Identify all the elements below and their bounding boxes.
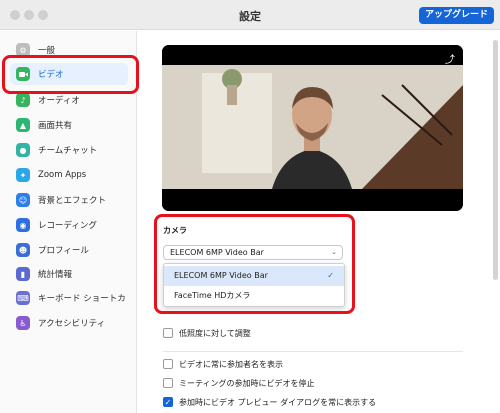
sidebar-item-video[interactable]: ビデオ xyxy=(10,63,128,85)
camera-preview-image xyxy=(162,45,463,211)
sidebar-item-statistics[interactable]: ▮ 統計情報 xyxy=(10,263,128,285)
apps-icon: ✦ xyxy=(16,168,30,182)
chevron-down-icon: ⌄ xyxy=(331,248,337,256)
sidebar-item-label: ビデオ xyxy=(38,70,64,80)
camera-select-value: ELECOM 6MP Video Bar xyxy=(170,248,264,257)
show-names-checkbox[interactable] xyxy=(163,359,173,369)
scrollbar[interactable] xyxy=(493,40,498,280)
sidebar-item-recording[interactable]: ◉ レコーディング xyxy=(10,214,128,236)
sidebar-item-label: レコーディング xyxy=(38,221,97,231)
camera-option-label: ELECOM 6MP Video Bar xyxy=(174,271,268,280)
checkmark-icon: ✓ xyxy=(327,271,334,280)
sidebar-item-label: 一般 xyxy=(38,46,56,56)
statistics-icon: ▮ xyxy=(16,267,30,281)
stop-video-label: ミーティングの参加時にビデオを停止 xyxy=(179,378,315,388)
sidebar-item-label: 背景とエフェクト xyxy=(38,196,107,206)
preview-dialog-option[interactable]: ✓ 参加時にビデオ プレビュー ダイアログを常に表示する xyxy=(163,395,376,409)
sidebar-item-accessibility[interactable]: ♿ アクセシビリティ xyxy=(10,312,128,334)
camera-option-elecom[interactable]: ELECOM 6MP Video Bar ✓ xyxy=(164,266,344,286)
profile-person-icon: ☻ xyxy=(16,243,30,257)
title-bar: 設定 アップグレード xyxy=(0,0,500,30)
sidebar-item-audio[interactable]: ♪ オーディオ xyxy=(10,89,128,111)
low-light-checkbox[interactable] xyxy=(163,328,173,338)
show-names-option[interactable]: ビデオに常に参加者名を表示 xyxy=(163,357,283,371)
sidebar-item-background-effects[interactable]: ☺ 背景とエフェクト xyxy=(10,189,128,211)
gear-icon: ⚙ xyxy=(16,43,30,57)
rotate-camera-icon[interactable]: ⤴ xyxy=(445,51,455,66)
camera-preview: ⤴ xyxy=(162,45,463,211)
upgrade-button[interactable]: アップグレード xyxy=(418,7,494,24)
sidebar-item-label: Zoom Apps xyxy=(38,170,87,180)
sidebar-item-label: オーディオ xyxy=(38,96,80,106)
share-screen-icon: ▲ xyxy=(16,118,30,132)
sidebar-item-share-screen[interactable]: ▲ 画面共有 xyxy=(10,114,128,136)
video-camera-icon xyxy=(16,67,30,81)
sidebar-item-label: 統計情報 xyxy=(38,270,73,280)
preview-dialog-checkbox[interactable]: ✓ xyxy=(163,397,173,407)
sidebar-item-label: 画面共有 xyxy=(38,121,73,131)
sidebar-item-zoom-apps[interactable]: ✦ Zoom Apps xyxy=(10,164,128,186)
preview-dialog-label: 参加時にビデオ プレビュー ダイアログを常に表示する xyxy=(179,397,377,407)
accessibility-icon: ♿ xyxy=(16,316,30,330)
sidebar-item-label: チームチャット xyxy=(38,146,98,156)
stop-video-checkbox[interactable] xyxy=(163,378,173,388)
camera-dropdown-menu: ELECOM 6MP Video Bar ✓ FaceTime HDカメラ xyxy=(163,263,345,307)
sidebar-item-label: アクセシビリティ xyxy=(38,319,106,329)
sidebar-item-general[interactable]: ⚙ 一般 xyxy=(10,39,128,61)
chat-bubble-icon: ● xyxy=(16,143,30,157)
stop-video-option[interactable]: ミーティングの参加時にビデオを停止 xyxy=(163,376,315,390)
sidebar-item-profile[interactable]: ☻ プロフィール xyxy=(10,239,128,261)
low-light-option[interactable]: 低照度に対して調整 xyxy=(163,326,251,340)
camera-select[interactable]: ELECOM 6MP Video Bar ⌄ xyxy=(163,245,343,260)
low-light-label: 低照度に対して調整 xyxy=(179,328,251,338)
sidebar-item-label: キーボード ショートカ xyxy=(38,294,126,304)
keyboard-icon: ⌨ xyxy=(16,291,30,305)
sidebar-item-label: プロフィール xyxy=(38,246,89,256)
settings-sidebar: ⚙ 一般 ビデオ ♪ オーディオ ▲ 画面共有 ● チームチャット ✦ Zoom… xyxy=(0,31,137,413)
section-divider xyxy=(163,351,463,352)
headphones-icon: ♪ xyxy=(16,93,30,107)
sidebar-item-keyboard-shortcuts[interactable]: ⌨ キーボード ショートカ xyxy=(10,287,128,309)
settings-window: 設定 アップグレード ⚙ 一般 ビデオ ♪ オーディオ ▲ 画面共有 ● チーム… xyxy=(0,0,500,413)
camera-option-label: FaceTime HDカメラ xyxy=(174,291,251,300)
camera-label: カメラ xyxy=(163,226,187,235)
show-names-label: ビデオに常に参加者名を表示 xyxy=(179,359,283,369)
background-person-icon: ☺ xyxy=(16,193,30,207)
sidebar-item-team-chat[interactable]: ● チームチャット xyxy=(10,139,128,161)
video-settings-panel: ⤴ カメラ ELECOM 6MP Video Bar ⌄ ELECOM 6MP … xyxy=(138,31,490,413)
record-icon: ◉ xyxy=(16,218,30,232)
camera-option-facetime[interactable]: FaceTime HDカメラ xyxy=(164,286,344,306)
